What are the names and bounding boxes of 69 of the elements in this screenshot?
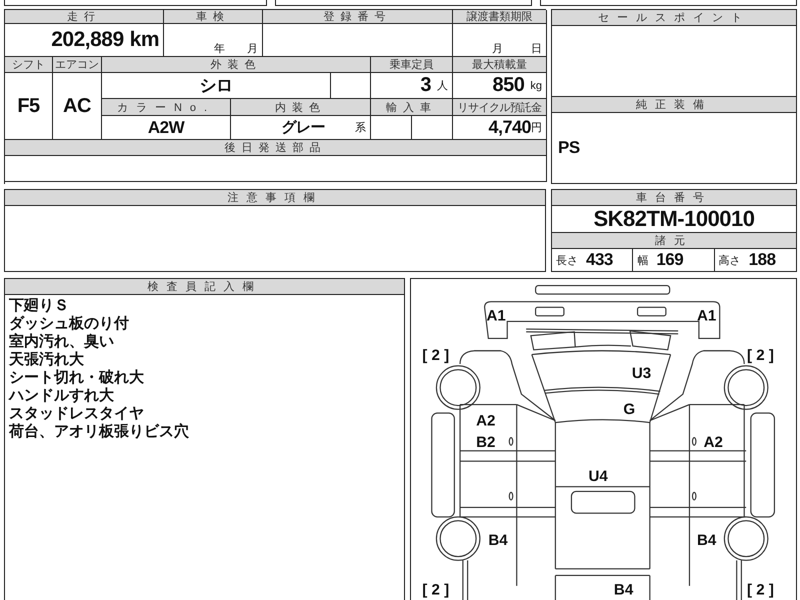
interior-color-suffix: 系 [355,120,366,135]
note-line: ダッシュ板のり付 [9,315,130,332]
column-header: 乗車定員 [371,57,453,73]
year-unit: 年 [214,42,225,56]
damage-code: A1 [697,308,716,325]
exterior-color-value: シロ [200,75,232,97]
section-header: 車台番号 [552,190,796,206]
equipment-value: PS [558,138,580,158]
section-header: 検査員記入欄 [5,279,404,295]
damage-code: [ 2 ] [422,347,450,364]
shift-value: F5 [17,94,40,118]
damage-code: A1 [486,308,506,325]
color-number-value: A2W [148,118,184,138]
damage-code: A2 [476,412,496,430]
damage-code: U4 [588,468,608,486]
section-header: セールスポイント [552,10,796,26]
month-unit: 月 [492,42,503,56]
spec-value: 433 [586,250,613,270]
damage-code: B4 [488,532,508,550]
note-line: 天張汚れ大 [9,351,85,369]
note-line: ハンドルすれ大 [9,387,115,405]
month-unit: 月 [247,42,258,56]
damage-code: [ 2 ] [747,581,774,598]
column-header: 最大積載量 [453,57,547,73]
damage-code: B4 [614,581,634,598]
note-line: スタッドレスタイヤ [9,405,145,423]
damage-code: G [623,401,636,418]
max-load-unit: kg [530,80,542,92]
column-header: 内装色 [231,99,371,116]
section-header: 後日発送部品 [5,140,547,156]
column-header: 車検 [164,10,263,24]
section-header: 注意事項欄 [5,190,545,206]
column-header: 走行 [5,10,164,24]
mileage-unit: km [130,28,159,52]
interior-color-value: グレー [282,118,325,137]
column-header: カラーNo. [102,99,231,116]
section-header: 諸元 [552,232,796,249]
day-unit: 日 [531,42,542,56]
note-line: 下廻りＳ [9,297,70,315]
aircon-value: AC [63,94,91,118]
column-header: 譲渡書類期限 [453,10,547,24]
chassis-number: SK82TM-100010 [593,206,755,232]
column-header: シフト [5,57,53,73]
yen-unit: 円 [531,121,542,135]
damage-code: B4 [697,532,716,550]
spec-value: 169 [656,250,684,270]
column-header: 外装色 [102,57,371,73]
damage-code: [ 2 ] [747,347,774,364]
recycle-fee-value: 4,740 [488,117,531,138]
note-line: シート切れ・破れ大 [9,369,145,387]
note-line: 荷台、アオリ板張りビス穴 [9,423,190,441]
spec-label: 幅 [637,254,648,268]
column-header: 登録番号 [263,10,453,24]
note-line: 室内汚れ、臭い [9,333,115,351]
damage-code: A2 [704,434,723,452]
spec-label: 高さ [718,254,741,268]
damage-code: U3 [632,365,652,382]
max-load-value: 850 [492,74,524,97]
mileage-value: 202,889 [51,28,124,52]
capacity-unit: 人 [437,79,448,93]
column-header: リサイクル預託金 [453,99,547,116]
damage-code: B2 [476,434,496,452]
capacity-value: 3 [420,74,431,97]
section-header: 純正装備 [552,96,796,113]
column-header: 輸入車 [371,99,453,116]
spec-label: 長さ [556,254,578,268]
spec-value: 188 [748,250,776,270]
column-header: エアコン [53,57,102,73]
damage-code: [ 2 ] [422,581,450,598]
